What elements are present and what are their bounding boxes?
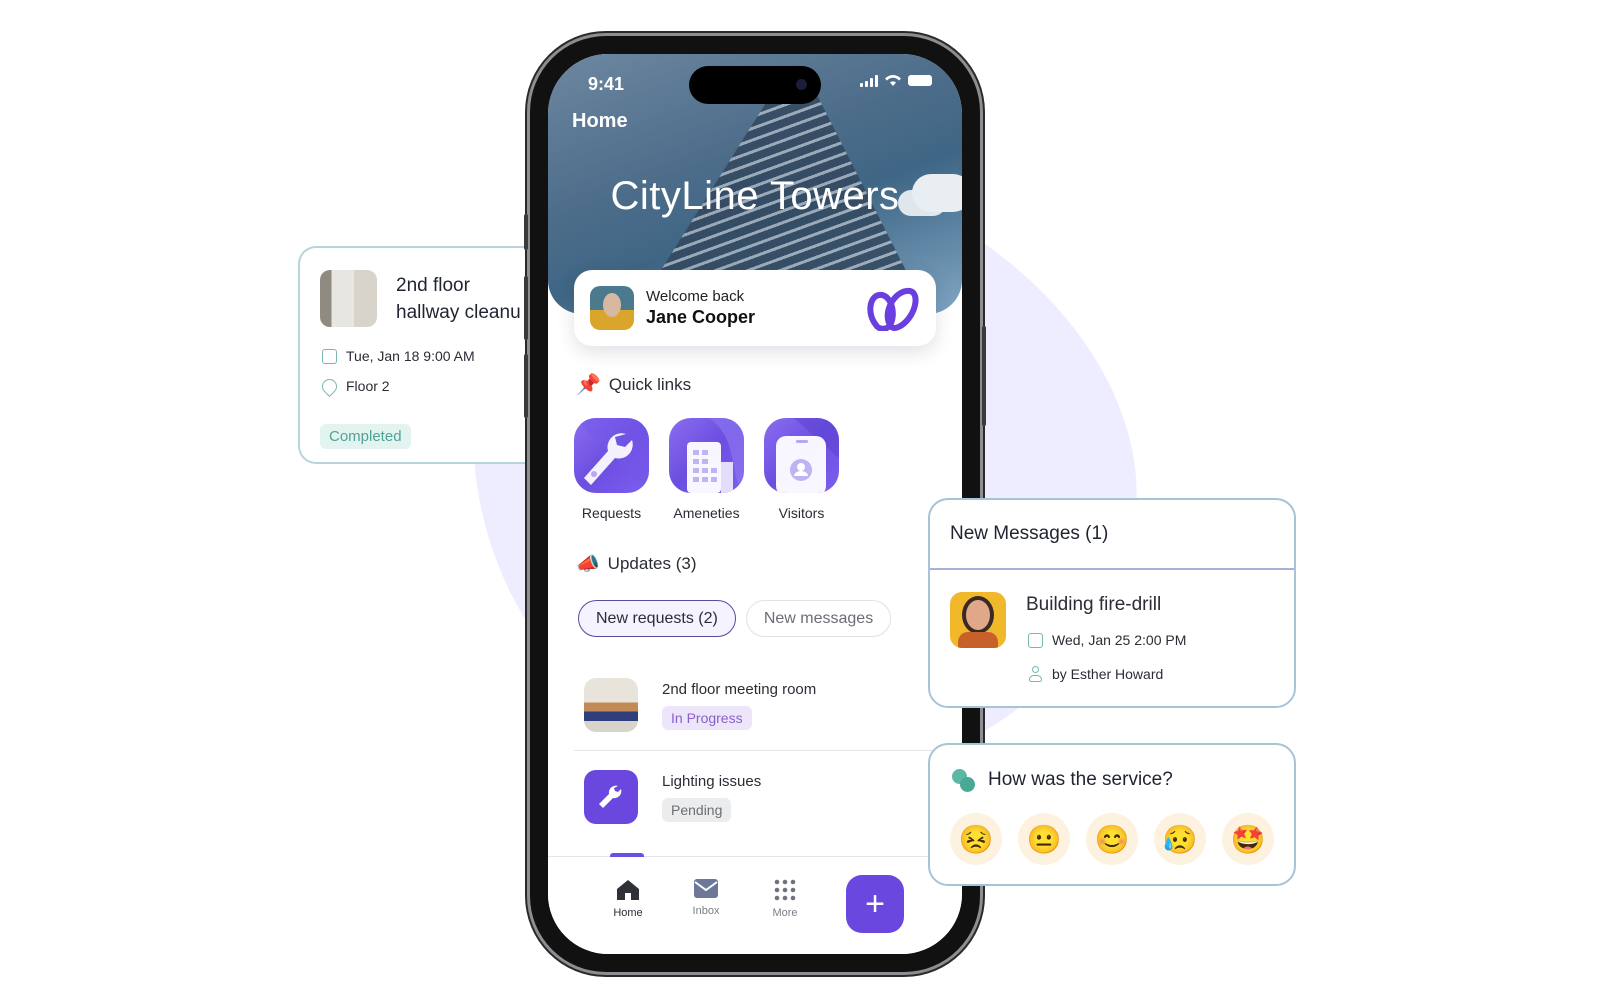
status-badge: In Progress [662, 705, 752, 730]
message-author: by Esther Howard [1028, 666, 1163, 682]
quick-links-grid: Requests Ameneties Visitors [574, 418, 839, 521]
task-title-line2: hallway cleanu [396, 302, 521, 323]
request-item[interactable]: 2nd floor meeting room In Progress [574, 678, 962, 732]
messages-card-title: New Messages (1) [930, 500, 1294, 570]
calendar-icon [322, 348, 337, 364]
nav-label: Home [613, 907, 643, 919]
visitor-badge-icon [764, 418, 839, 493]
nav-more[interactable]: More [755, 879, 815, 919]
quick-link-label: Requests [581, 505, 642, 521]
add-button[interactable]: + [846, 875, 904, 933]
building-name: CityLine Towers [610, 174, 900, 218]
wrench-icon [574, 418, 649, 493]
task-title: 2nd floor hallway cleanu [396, 272, 521, 326]
power-button [982, 326, 986, 426]
brand-logo-icon [867, 287, 919, 331]
quick-link-label: Visitors [778, 505, 825, 521]
rating-star-struck[interactable]: 🤩 [1222, 813, 1274, 865]
app-screen: 9:41 Home CityLine Towers Welcome back J… [548, 54, 962, 954]
quick-links-header: 📌 Quick links [576, 372, 691, 397]
message-author-text: by Esther Howard [1052, 666, 1164, 682]
welcome-greeting: Welcome back [646, 288, 745, 305]
divider [574, 750, 962, 751]
pin-icon: 📌 [576, 374, 601, 396]
rating-sad[interactable]: 😥 [1154, 813, 1206, 865]
home-icon [617, 880, 639, 900]
user-avatar[interactable] [590, 286, 634, 330]
battery-icon [908, 75, 932, 86]
tab-new-requests[interactable]: New requests (2) [578, 600, 736, 637]
meeting-room-thumbnail [584, 678, 638, 732]
status-icons [860, 74, 932, 87]
request-title: Lighting issues [662, 772, 762, 790]
messages-card[interactable]: New Messages (1) Building fire-drill Wed… [928, 498, 1296, 708]
quick-link-requests[interactable]: Requests [574, 418, 649, 521]
task-date: Tue, Jan 18 9:00 AM [322, 348, 475, 364]
rating-frustrated[interactable]: 😣 [950, 813, 1002, 865]
request-item[interactable]: Lighting issues Pending [574, 770, 962, 824]
updates-tabs: New requests (2) New messages [578, 600, 892, 637]
welcome-card: Welcome back Jane Cooper [574, 270, 936, 346]
nav-label: More [772, 907, 798, 919]
grid-dots-icon [774, 879, 796, 901]
volume-down-button [524, 354, 528, 418]
person-icon [1028, 666, 1043, 682]
feedback-faces-icon [952, 769, 976, 793]
camera-icon [796, 79, 807, 90]
nav-label: Inbox [692, 905, 720, 917]
user-name: Jane Cooper [646, 307, 756, 327]
task-card[interactable]: 2nd floor hallway cleanu Tue, Jan 18 9:0… [298, 246, 538, 464]
marketing-stage: 2nd floor hallway cleanu Tue, Jan 18 9:0… [0, 0, 1600, 1000]
feedback-card: How was the service? 😣 😐 😊 😥 🤩 [928, 743, 1296, 886]
location-pin-icon [318, 375, 341, 397]
mail-icon [694, 879, 718, 898]
megaphone-icon: 📣 [576, 554, 600, 575]
task-location: Floor 2 [318, 375, 390, 397]
quick-link-label: Ameneties [673, 505, 740, 521]
sender-avatar [950, 592, 1006, 648]
scroll-indicator [610, 853, 644, 857]
status-time: 9:41 [588, 74, 625, 94]
message-date: Wed, Jan 25 2:00 PM [1028, 632, 1186, 648]
nav-inbox[interactable]: Inbox [676, 879, 736, 917]
quick-link-visitors[interactable]: Visitors [764, 418, 839, 521]
action-button [524, 214, 528, 250]
updates-header: 📣 Updates (3) [576, 552, 697, 576]
message-date-text: Wed, Jan 25 2:00 PM [1052, 632, 1187, 648]
bottom-nav: Home Inbox More + [548, 853, 962, 954]
rating-happy[interactable]: 😊 [1086, 813, 1138, 865]
task-title-line1: 2nd floor [396, 275, 470, 296]
task-thumbnail [320, 270, 377, 327]
task-date-text: Tue, Jan 18 9:00 AM [346, 348, 475, 364]
page-title: Home [572, 110, 628, 132]
status-badge: Pending [662, 797, 732, 822]
wrench-icon [584, 770, 638, 824]
nav-home[interactable]: Home [598, 879, 658, 919]
rating-neutral[interactable]: 😐 [1018, 813, 1070, 865]
feedback-question: How was the service? [988, 769, 1173, 790]
updates-title: Updates (3) [607, 554, 697, 573]
message-title: Building fire-drill [1026, 594, 1162, 615]
building-icon [669, 418, 744, 493]
request-title: 2nd floor meeting room [662, 680, 817, 698]
rating-options: 😣 😐 😊 😥 🤩 [950, 813, 1274, 865]
calendar-icon [1028, 632, 1043, 648]
tab-new-messages[interactable]: New messages [745, 600, 892, 637]
task-location-text: Floor 2 [346, 378, 390, 394]
signal-icon [860, 74, 878, 87]
volume-up-button [524, 276, 528, 340]
wifi-icon [885, 75, 901, 86]
quick-links-title: Quick links [608, 374, 692, 394]
phone-mockup: 9:41 Home CityLine Towers Welcome back J… [524, 36, 986, 972]
dynamic-island [689, 66, 821, 104]
status-badge: Completed [320, 424, 411, 449]
quick-link-ameneties[interactable]: Ameneties [669, 418, 744, 521]
